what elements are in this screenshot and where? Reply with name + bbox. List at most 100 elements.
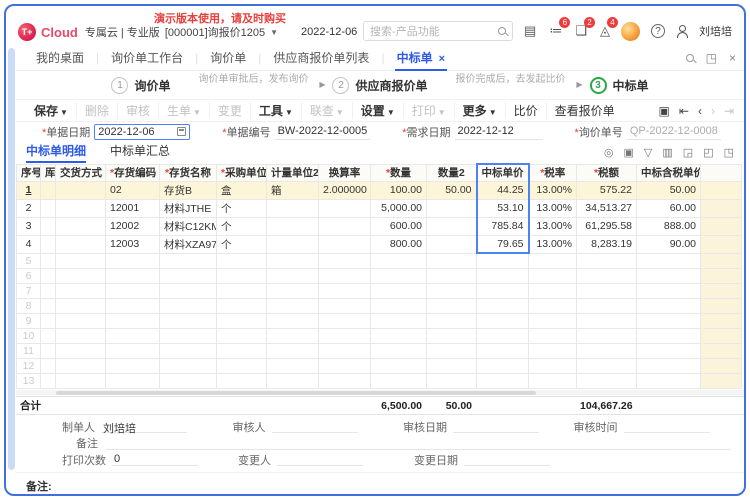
grid-cell[interactable]: 785.84 (477, 217, 529, 235)
grid-cell[interactable] (106, 328, 160, 343)
field-value[interactable]: QP-2022-12-0008 (627, 124, 721, 140)
locate-icon[interactable]: ◎ (604, 146, 614, 159)
grid-cell[interactable] (319, 283, 371, 298)
horizontal-scrollbar[interactable] (16, 390, 744, 395)
grid-cell[interactable] (577, 358, 637, 373)
grid-cell[interactable]: 12003 (106, 235, 160, 253)
global-search-input[interactable]: 搜索-产品功能 (363, 21, 513, 41)
grid-cell[interactable] (427, 298, 477, 313)
grid-cell[interactable] (41, 358, 56, 373)
grid-cell[interactable] (701, 373, 742, 388)
grid-cell[interactable] (371, 313, 427, 328)
grid-cell[interactable]: 材料XZA9708 (160, 235, 217, 253)
tab-item[interactable]: 供应商报价单列表 (261, 46, 381, 71)
tab-item[interactable]: 询价单工作台 (99, 46, 195, 71)
grid-cell[interactable] (106, 313, 160, 328)
grid-cell[interactable] (427, 235, 477, 253)
grid-cell[interactable] (267, 343, 319, 358)
grid-cell[interactable]: 2 (17, 199, 41, 217)
grid-cell[interactable]: 材料JTHE (160, 199, 217, 217)
grid-cell[interactable] (56, 343, 106, 358)
card-detail-icon[interactable]: ▣ (624, 146, 634, 159)
grid-cell[interactable] (577, 373, 637, 388)
grid-cell[interactable] (637, 343, 701, 358)
column-header[interactable]: 厍 (41, 164, 56, 181)
calendar-icon[interactable] (177, 127, 186, 136)
grid-cell[interactable] (701, 283, 742, 298)
grid-cell[interactable]: 4 (17, 235, 41, 253)
grid-cell[interactable] (319, 199, 371, 217)
grid-cell[interactable] (371, 268, 427, 283)
collapsed-nav-strip[interactable] (8, 48, 15, 470)
grid-cell[interactable] (529, 268, 577, 283)
grid-cell[interactable] (106, 253, 160, 268)
grid-cell[interactable] (41, 268, 56, 283)
grid-cell[interactable] (56, 358, 106, 373)
grid-cell[interactable] (41, 343, 56, 358)
grid-cell[interactable] (41, 181, 56, 199)
grid-cell[interactable]: 9 (17, 313, 41, 328)
org-selector[interactable]: [000001]询报价1205 (165, 24, 265, 40)
grid-cell[interactable]: 888.00 (637, 217, 701, 235)
toolbar-button[interactable]: 联查▼ (302, 102, 353, 119)
field-value[interactable]: 2022-12-06 (94, 124, 190, 140)
grid-cell[interactable] (319, 358, 371, 373)
grid-cell[interactable] (637, 313, 701, 328)
grid-cell[interactable]: 44.25 (477, 181, 529, 199)
grid-cell[interactable] (427, 373, 477, 388)
grid-cell[interactable] (427, 253, 477, 268)
username[interactable]: 刘培培 (699, 23, 732, 39)
toolbar-button[interactable]: 保存▼ (26, 102, 77, 119)
grid-cell[interactable] (529, 328, 577, 343)
grid-cell[interactable] (41, 298, 56, 313)
toolbar-button[interactable]: 设置▼ (353, 102, 404, 119)
grid-cell[interactable] (529, 253, 577, 268)
grid-cell[interactable]: 箱 (267, 181, 319, 199)
grid-cell[interactable] (577, 328, 637, 343)
grid-cell[interactable]: 02 (106, 181, 160, 199)
column-header[interactable]: *存货编码 (106, 164, 160, 181)
grid-cell[interactable] (41, 235, 56, 253)
grid-cell[interactable] (217, 373, 267, 388)
export-icon[interactable]: ◲ (683, 146, 693, 159)
grid-cell[interactable] (217, 313, 267, 328)
toolbar-button[interactable]: 工具▼ (251, 102, 302, 119)
grid-cell[interactable]: 800.00 (371, 235, 427, 253)
grid-cell[interactable] (56, 253, 106, 268)
grid-cell[interactable] (106, 298, 160, 313)
grid-cell[interactable] (267, 373, 319, 388)
grid-cell[interactable]: 个 (217, 217, 267, 235)
grid-cell[interactable]: 个 (217, 235, 267, 253)
grid-cell[interactable] (41, 328, 56, 343)
column-header[interactable]: 中标含税单价 (637, 164, 701, 181)
toolbar-button[interactable]: 变更 (210, 102, 251, 119)
tab-expand-icon[interactable]: ◳ (706, 51, 717, 65)
grid-cell[interactable] (477, 253, 529, 268)
grid-cell[interactable] (160, 313, 217, 328)
column-header[interactable]: 序号 (17, 164, 41, 181)
grid-cell[interactable] (319, 253, 371, 268)
user-icon[interactable] (676, 25, 688, 38)
grid-cell[interactable]: 7 (17, 283, 41, 298)
assistant-mascot-icon[interactable] (621, 22, 640, 41)
grid-cell[interactable]: 61,295.58 (577, 217, 637, 235)
footer-field-value[interactable] (464, 453, 550, 466)
first-page-icon[interactable]: ⇤ (679, 104, 689, 118)
grid-cell[interactable] (701, 268, 742, 283)
footer-field-value[interactable]: 刘培培 (101, 420, 187, 433)
grid-cell[interactable]: 1 (17, 181, 41, 199)
grid-cell[interactable] (637, 253, 701, 268)
toolbar-button[interactable]: 删除 (77, 102, 118, 119)
grid-cell[interactable] (427, 199, 477, 217)
grid-cell[interactable] (637, 358, 701, 373)
toolbar-button[interactable]: 打印▼ (404, 102, 455, 119)
chevron-down-icon[interactable]: ▼ (270, 28, 278, 37)
grid-cell[interactable] (267, 313, 319, 328)
fullscreen-icon[interactable]: ◳ (724, 146, 734, 159)
column-header[interactable]: *存货名称 (160, 164, 217, 181)
grid-cell[interactable]: 存货B (160, 181, 217, 199)
grid-cell[interactable] (477, 343, 529, 358)
grid-cell[interactable] (637, 268, 701, 283)
bell-icon[interactable]: ◬4 (600, 24, 610, 38)
grid-cell[interactable] (319, 373, 371, 388)
